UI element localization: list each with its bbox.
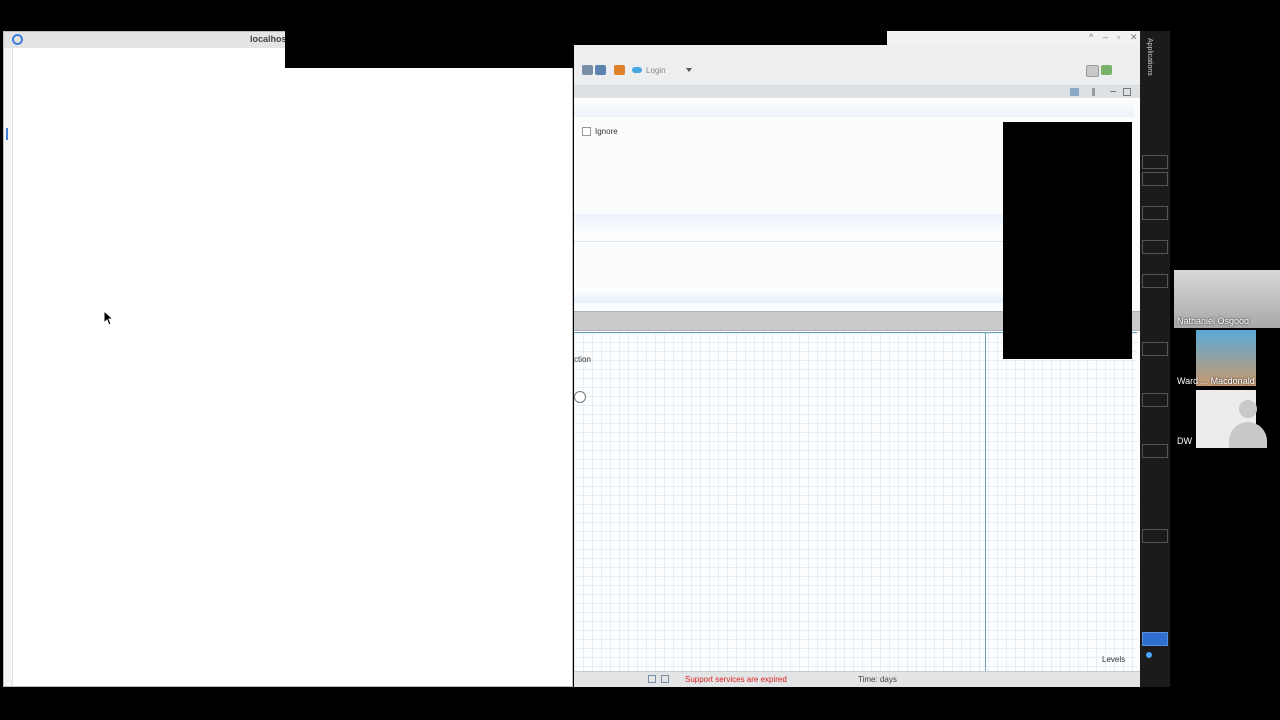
participant-video[interactable]: Ward ... Macdonald — [1174, 330, 1280, 388]
status-bar: Support services are expired Time: days — [574, 671, 1140, 687]
login-dropdown[interactable]: Login — [632, 63, 692, 77]
system-tray[interactable] — [1146, 652, 1168, 678]
taskbar-item[interactable] — [1142, 172, 1168, 186]
ignore-checkbox[interactable]: Ignore — [582, 127, 618, 136]
screen-occluder-top — [285, 31, 574, 68]
taskbar-item[interactable] — [1142, 444, 1168, 458]
taskbar-item[interactable] — [1142, 274, 1168, 288]
firefox-icon[interactable] — [1142, 529, 1168, 543]
ignore-label: Ignore — [595, 127, 618, 136]
browser-sidebar — [4, 48, 13, 686]
support-warning[interactable]: Support services are expired — [685, 675, 787, 684]
avatar-head — [1239, 400, 1257, 418]
sidebar-indicator — [6, 128, 8, 140]
app-titlebar: ^ – ▫ ✕ — [887, 31, 1140, 45]
panel-divider — [574, 241, 1004, 242]
maximize-icon[interactable]: ▫ — [1117, 32, 1120, 42]
panel-band — [574, 99, 1134, 117]
cloud-icon[interactable] — [574, 391, 586, 403]
home-icon[interactable] — [1086, 65, 1099, 77]
chevron-down-icon — [685, 68, 692, 72]
canvas-frame-line — [985, 333, 986, 672]
app-occluder — [574, 31, 887, 45]
bluetooth-icon[interactable] — [1146, 652, 1152, 658]
panel-band — [574, 214, 1004, 236]
applications-menu[interactable]: Applications — [1146, 38, 1153, 76]
participant-name: Ward ... Macdonald — [1177, 376, 1255, 386]
browser-titlebar: localhost — [4, 32, 290, 48]
participant-video[interactable]: DW — [1174, 390, 1280, 448]
log-icon[interactable] — [661, 675, 669, 683]
time-units: Time: days — [858, 675, 897, 684]
panel-minimize-icon[interactable] — [1110, 91, 1116, 92]
participant-name: Nathaniel Osgood — [1177, 316, 1250, 326]
console-icon[interactable] — [648, 675, 656, 683]
app-toolbar: Login — [574, 45, 1140, 86]
edit-icon[interactable] — [582, 65, 593, 75]
close-icon[interactable]: ✕ — [1130, 32, 1138, 43]
taskbar-item[interactable] — [1142, 342, 1168, 356]
avatar-body — [1229, 422, 1267, 448]
taskbar-item[interactable] — [1142, 155, 1168, 169]
browser-window: localhost — [3, 31, 573, 687]
participant-name: DW — [1177, 436, 1192, 446]
screen-occluder-right — [1003, 122, 1132, 359]
panel-header — [574, 86, 1140, 98]
checkbox-icon[interactable] — [582, 127, 591, 136]
panel-menu-icon[interactable] — [1092, 88, 1095, 96]
levels-button[interactable]: Levels — [1102, 655, 1125, 664]
restore-icon[interactable]: – — [1103, 32, 1108, 42]
refresh-icon[interactable] — [1101, 65, 1112, 75]
diagram-canvas[interactable]: ction Levels — [574, 332, 1137, 672]
panel-maximize-icon[interactable] — [1123, 88, 1131, 96]
active-app-icon[interactable] — [1142, 632, 1168, 646]
taskbar-item[interactable] — [1142, 240, 1168, 254]
taskbar — [1140, 31, 1170, 687]
login-label: Login — [646, 65, 666, 75]
shield-icon[interactable] — [1142, 393, 1168, 407]
browser-tab-title[interactable]: localhost — [250, 34, 290, 44]
browser-logo-icon — [12, 34, 23, 45]
build-icon[interactable] — [595, 65, 606, 75]
panel-band — [574, 289, 1004, 303]
run-icon[interactable] — [614, 65, 625, 75]
panel-view-icon[interactable] — [1070, 88, 1079, 96]
minimize-icon[interactable]: ^ — [1089, 32, 1093, 42]
taskbar-item[interactable] — [1142, 206, 1168, 220]
participant-video[interactable]: Nathaniel Osgood — [1174, 270, 1280, 328]
avatar — [1196, 390, 1267, 448]
mouse-cursor-icon — [103, 310, 113, 326]
cloud-icon — [632, 67, 642, 73]
diagram-element-label[interactable]: ction — [574, 355, 591, 364]
